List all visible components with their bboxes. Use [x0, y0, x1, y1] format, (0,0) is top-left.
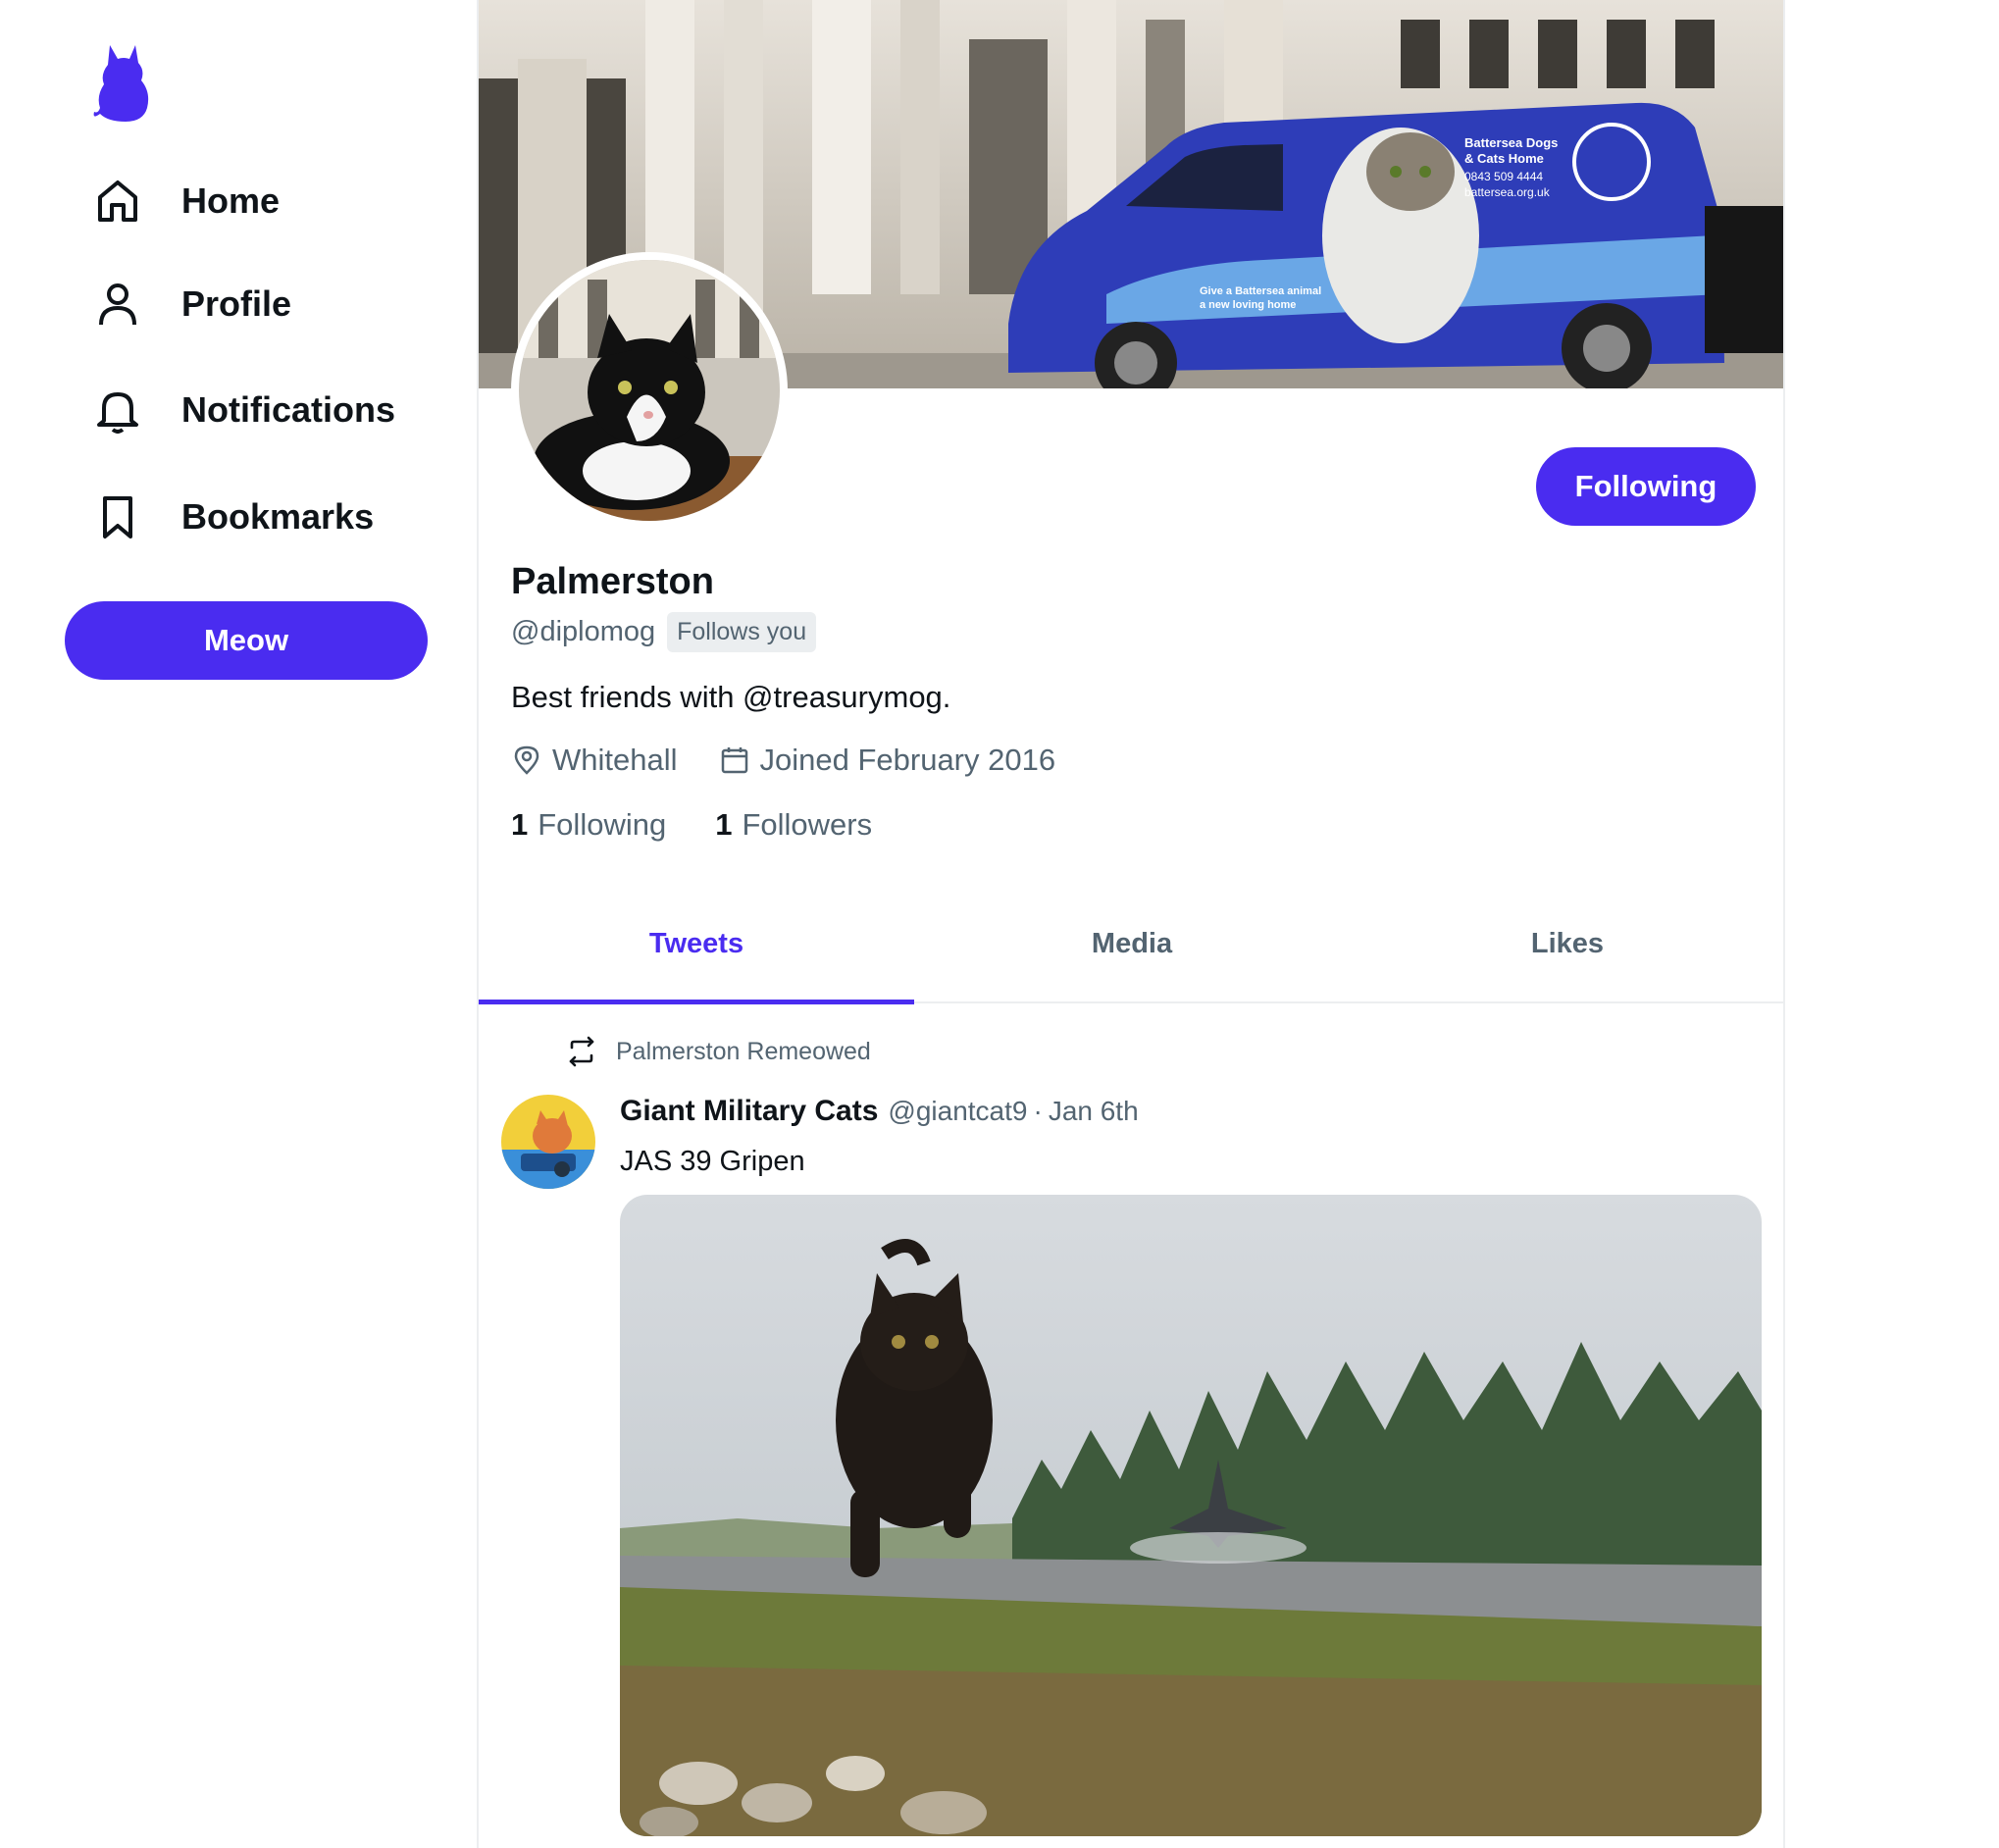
tweet-author-handle[interactable]: @giantcat9 — [888, 1096, 1027, 1127]
calendar-icon — [719, 744, 750, 776]
sidebar-item-notifications[interactable]: Notifications — [90, 376, 395, 444]
profile-stats: 1 Following 1 Followers — [511, 807, 872, 843]
banner-van-text-3: 0843 509 4444 — [1464, 170, 1543, 183]
meow-button[interactable]: Meow — [65, 601, 428, 680]
remeow-indicator: Palmerston Remeowed — [565, 1035, 871, 1068]
profile-location: Whitehall — [552, 743, 678, 777]
follows-you-badge: Follows you — [667, 612, 817, 652]
location-pin-icon — [511, 744, 542, 776]
banner-van-text-2: & Cats Home — [1464, 151, 1544, 166]
tweet-header: Giant Military Cats @giantcat9 · Jan 6th — [620, 1095, 1139, 1128]
cat-logo-icon[interactable] — [90, 41, 153, 124]
tab-media[interactable]: Media — [914, 886, 1350, 1001]
banner-van-text-4: battersea.org.uk — [1464, 185, 1551, 199]
followers-count: 1 — [715, 807, 733, 842]
person-icon — [90, 277, 145, 332]
bookmark-icon — [90, 489, 145, 544]
bell-icon — [90, 383, 145, 437]
sidebar-item-home[interactable]: Home — [90, 167, 280, 235]
profile-column: Battersea Dogs & Cats Home 0843 509 4444… — [477, 0, 1785, 1848]
profile-meta: Whitehall Joined February 2016 — [511, 743, 1055, 778]
profile-tabs: Tweets Media Likes — [479, 886, 1783, 1004]
profile-handle: @diplomog — [511, 616, 656, 647]
following-count-link[interactable]: 1 Following — [511, 807, 666, 843]
followers-label: Followers — [742, 807, 873, 842]
banner-van-text-5: Give a Battersea animal — [1200, 285, 1321, 297]
sidebar-item-label: Profile — [181, 283, 292, 324]
profile-bio: Best friends with @treasurymog. — [511, 680, 951, 714]
home-icon — [90, 174, 145, 229]
sidebar-item-label: Bookmarks — [181, 496, 375, 537]
profile-handle-row: @diplomog Follows you — [511, 612, 817, 652]
following-label: Following — [538, 807, 667, 842]
banner-van-text-6: a new loving home — [1200, 299, 1296, 311]
followers-count-link[interactable]: 1 Followers — [715, 807, 872, 843]
sidebar-item-profile[interactable]: Profile — [90, 270, 291, 338]
remeow-text: Palmerston Remeowed — [616, 1037, 871, 1065]
tweet-date[interactable]: Jan 6th — [1049, 1096, 1139, 1127]
banner-van-text-1: Battersea Dogs — [1464, 135, 1558, 150]
tweet-author-name[interactable]: Giant Military Cats — [620, 1095, 878, 1128]
profile-display-name: Palmerston — [511, 561, 714, 602]
sidebar-item-bookmarks[interactable]: Bookmarks — [90, 483, 374, 551]
tab-tweets[interactable]: Tweets — [479, 886, 914, 1004]
tweet-text: JAS 39 Gripen — [620, 1146, 805, 1177]
tab-likes[interactable]: Likes — [1350, 886, 1783, 1001]
sidebar: Home Profile Notifications Bookmarks Meo… — [0, 0, 477, 1848]
tweet-author-avatar[interactable] — [501, 1095, 595, 1189]
tweet-separator: · — [1033, 1096, 1043, 1126]
following-count: 1 — [511, 807, 529, 842]
profile-avatar[interactable] — [511, 252, 788, 529]
following-button[interactable]: Following — [1536, 447, 1756, 526]
sidebar-item-label: Home — [181, 180, 281, 221]
tweet-media-image[interactable] — [620, 1195, 1762, 1836]
remeow-icon — [565, 1035, 598, 1068]
profile-joined-date: Joined February 2016 — [759, 743, 1056, 777]
sidebar-item-label: Notifications — [181, 389, 396, 430]
